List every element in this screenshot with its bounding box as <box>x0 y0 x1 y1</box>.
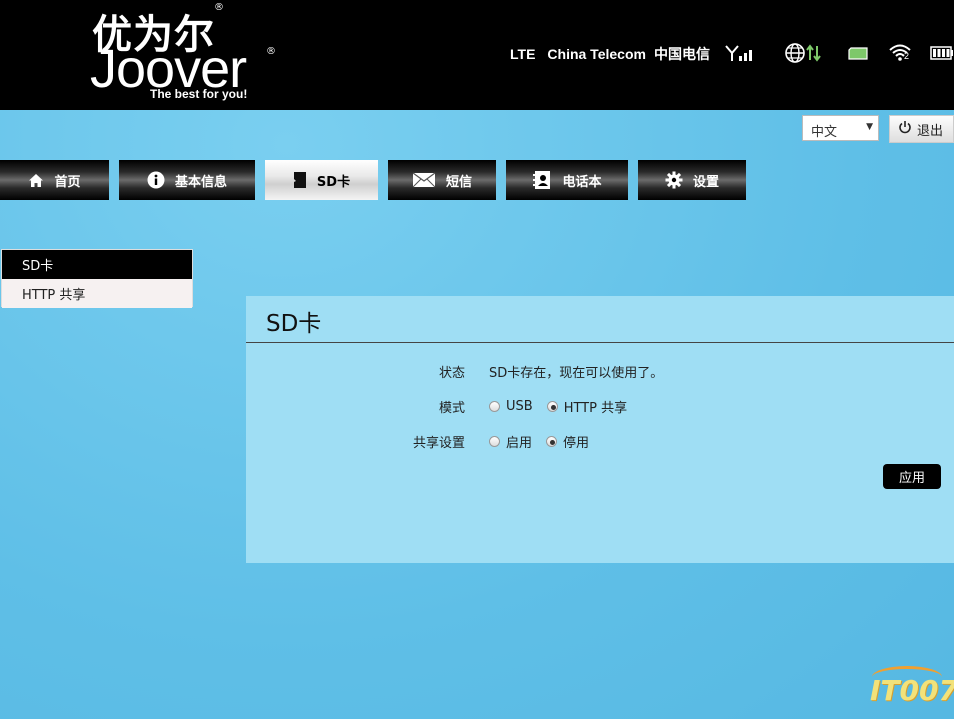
radio-disable[interactable] <box>546 436 558 447</box>
power-icon <box>898 120 912 138</box>
battery-icon <box>930 45 954 63</box>
watermark-logo: IT007 <box>868 666 954 712</box>
wifi-client-count: 2 <box>903 50 909 61</box>
contact-book-icon <box>532 170 552 190</box>
mode-option-usb-label: USB <box>506 399 533 414</box>
mode-option-http-share[interactable]: HTTP 共享 <box>546 397 628 416</box>
page-title: SD卡 <box>266 311 322 337</box>
mode-row: 模式 USB HTTP 共享 <box>246 397 954 417</box>
status-value: SD卡存在，现在可以使用了。 <box>489 366 664 381</box>
tab-settings[interactable]: 设置 <box>638 160 746 200</box>
radio-http-share[interactable] <box>546 401 558 412</box>
tab-phonebook-label: 电话本 <box>562 174 602 190</box>
globe-data-icon <box>784 42 826 67</box>
status-label: 状态 <box>438 366 465 381</box>
logo-en-reg-mark: ® <box>266 46 276 57</box>
tab-sms[interactable]: 短信 <box>388 160 496 200</box>
mode-option-http-share-label: HTTP 共享 <box>563 401 628 416</box>
logout-button[interactable]: 退出 <box>889 115 954 143</box>
title-divider <box>246 342 954 343</box>
share-setting-label: 共享设置 <box>412 436 465 451</box>
watermark-text: IT007 <box>870 674 954 707</box>
logout-label: 退出 <box>917 123 944 139</box>
sidebar-item-sd-card[interactable]: SD卡 <box>2 250 192 279</box>
tab-basic-info[interactable]: 基本信息 <box>119 160 255 200</box>
logo: 优为尔 ® Joover ® The best for you! <box>90 2 290 106</box>
signal-icon <box>724 44 754 65</box>
radio-enable[interactable] <box>489 436 500 447</box>
header: 优为尔 ® Joover ® The best for you! LTE Chi… <box>0 0 954 110</box>
info-icon <box>147 171 165 189</box>
tab-phonebook[interactable]: 电话本 <box>506 160 628 200</box>
envelope-icon <box>412 172 436 188</box>
sd-card-icon <box>293 171 307 189</box>
home-icon <box>28 173 44 188</box>
radio-usb[interactable] <box>489 401 500 412</box>
tab-settings-label: 设置 <box>692 174 719 190</box>
content-panel: SD卡 状态 SD卡存在，现在可以使用了。 模式 USB HTTP 共享 共享设… <box>246 296 954 563</box>
tab-sd-card[interactable]: SD卡 <box>265 160 378 200</box>
sidebar-item-label: HTTP 共享 <box>22 288 86 303</box>
share-option-enable[interactable]: 启用 <box>489 432 532 451</box>
wifi-icon: 2 <box>888 43 914 66</box>
tab-home[interactable]: 首页 <box>0 160 109 200</box>
sidebar-item-http-share[interactable]: HTTP 共享 <box>2 279 192 308</box>
gear-icon <box>665 171 683 189</box>
tab-sms-label: 短信 <box>445 174 472 190</box>
sidebar: SD卡 HTTP 共享 <box>1 249 193 308</box>
status-bar: LTE China Telecom 中国电信 2 <box>510 42 954 67</box>
status-row: 状态 SD卡存在，现在可以使用了。 <box>246 362 954 382</box>
network-type: LTE <box>510 46 536 62</box>
share-setting-row: 共享设置 启用 停用 <box>246 432 954 452</box>
language-select[interactable]: 中文 ▼ <box>802 115 879 141</box>
share-option-disable-label: 停用 <box>563 436 590 451</box>
carrier-en: China Telecom <box>547 46 646 62</box>
carrier-cn: 中国电信 <box>653 46 710 62</box>
language-selected: 中文 <box>811 125 838 140</box>
tab-sd-card-label: SD卡 <box>316 174 351 190</box>
share-option-disable[interactable]: 停用 <box>546 432 589 451</box>
logo-tagline: The best for you! <box>150 87 248 101</box>
sim-card-icon <box>848 45 870 64</box>
share-option-enable-label: 启用 <box>506 436 533 451</box>
logo-cn-reg-mark: ® <box>214 2 224 13</box>
mode-option-usb[interactable]: USB <box>489 399 533 414</box>
apply-button[interactable]: 应用 <box>883 464 941 489</box>
tab-basic-info-label: 基本信息 <box>174 174 227 190</box>
tab-home-label: 首页 <box>54 174 81 190</box>
dropdown-arrow-icon: ▼ <box>866 122 873 132</box>
mode-label: 模式 <box>438 401 465 416</box>
sidebar-item-label: SD卡 <box>22 259 54 274</box>
